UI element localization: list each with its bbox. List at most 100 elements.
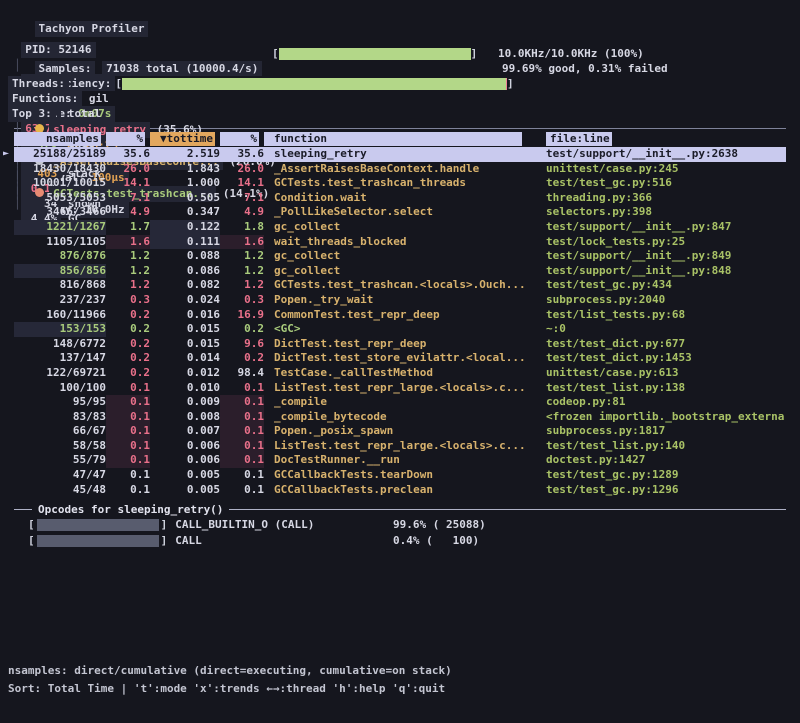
efficiency-line: Efficiency:[] 99.69% good, 0.31% failed xyxy=(8,61,800,76)
cell-pct-direct: 0.1 xyxy=(106,453,150,468)
cell-tottime: 0.005 xyxy=(150,468,220,483)
table-row[interactable]: 237/237 0.3 0.024 0.3 Popen._try_wait su… xyxy=(14,293,786,308)
header-pct-cumulative[interactable]: % xyxy=(220,132,259,146)
cell-nsamples: 237/237 xyxy=(14,293,106,308)
cell-tottime: 0.347 xyxy=(150,205,220,220)
table-row[interactable]: 3466/3466 4.9 0.347 4.9 _PollLikeSelecto… xyxy=(14,205,786,220)
cell-function: Popen._posix_spawn xyxy=(264,424,534,439)
cell-nsamples: 160/11966 xyxy=(14,308,106,323)
cell-nsamples: 3466/3466 xyxy=(14,205,106,220)
cell-function: DictTest.test_repr_deep xyxy=(264,337,534,352)
cell-pct-cumulative: 0.1 xyxy=(220,483,264,498)
cell-pct-direct: 0.1 xyxy=(106,381,150,396)
table-row[interactable]: 58/58 0.1 0.006 0.1 ListTest.test_repr_l… xyxy=(14,439,786,454)
cell-pct-direct: 1.6 xyxy=(106,235,150,250)
table-row[interactable]: 876/876 1.2 0.088 1.2 gc_collect test/su… xyxy=(14,249,786,264)
cell-pct-direct: 0.2 xyxy=(106,337,150,352)
table-row[interactable]: 856/856 1.2 0.086 1.2 gc_collect test/su… xyxy=(14,264,786,279)
cell-file-line: ~:0 xyxy=(534,322,786,337)
header-pct-direct[interactable]: % xyxy=(106,132,145,146)
table-row[interactable]: 10001/10015 14.1 1.000 14.1 GCTests.test… xyxy=(14,176,786,191)
opcodes-title: Opcodes for sleeping_retry() xyxy=(38,503,223,516)
table-row[interactable]: 95/95 0.1 0.009 0.1 _compile codeop.py:8… xyxy=(14,395,786,410)
opcode-name: CALL xyxy=(175,533,202,549)
cell-pct-direct: 35.6 xyxy=(106,147,150,162)
table-row[interactable]: 148/6772 0.2 0.015 9.6 DictTest.test_rep… xyxy=(14,337,786,352)
cell-function: <GC> xyxy=(264,322,534,337)
table-row[interactable]: 100/100 0.1 0.010 0.1 ListTest.test_repr… xyxy=(14,381,786,396)
cell-tottime: 0.006 xyxy=(150,439,220,454)
opcode-bar xyxy=(37,535,159,547)
table-row[interactable]: 25188/25189 35.6 2.519 35.6 sleeping_ret… xyxy=(14,147,786,162)
cell-nsamples: 1221/1267 xyxy=(14,220,106,235)
table-row[interactable]: 5053/5053 7.1 0.505 7.1 Condition.wait t… xyxy=(14,191,786,206)
cell-pct-direct: 1.7 xyxy=(106,220,150,235)
rule-left xyxy=(14,509,32,510)
top3-label: Top 3: xyxy=(8,106,56,122)
table-row[interactable]: 55/79 0.1 0.006 0.1 DocTestRunner.__run … xyxy=(14,453,786,468)
cell-pct-cumulative: 0.1 xyxy=(220,424,264,439)
cell-nsamples: 122/69721 xyxy=(14,366,106,381)
table-row[interactable]: 816/868 1.2 0.082 1.2 GCTests.test_trash… xyxy=(14,278,786,293)
cell-tottime: 0.014 xyxy=(150,351,220,366)
cell-pct-cumulative: 0.1 xyxy=(220,410,264,425)
cell-file-line: test/list_tests.py:68 xyxy=(534,308,786,323)
header-function[interactable]: function xyxy=(264,132,522,146)
tachyon-profiler-window: Tachyon Profiler PID: 52146 │ Thread: AL… xyxy=(0,0,800,723)
cell-pct-cumulative: 16.9 xyxy=(220,308,264,323)
table-row[interactable]: 160/11966 0.2 0.016 16.9 CommonTest.test… xyxy=(14,308,786,323)
table-row[interactable]: 153/153 0.2 0.015 0.2 <GC> ~:0 xyxy=(14,322,786,337)
cell-pct-direct: 0.2 xyxy=(106,366,150,381)
cell-file-line: test/test_gc.py:434 xyxy=(534,278,786,293)
cell-pct-direct: 0.1 xyxy=(106,483,150,498)
cell-pct-direct: 26.0 xyxy=(106,162,150,177)
cell-function: GCTests.test_trashcan.<locals>.Ouch... xyxy=(264,278,534,293)
cell-nsamples: 148/6772 xyxy=(14,337,106,352)
cell-nsamples: 95/95 xyxy=(14,395,106,410)
threads-line: Threads: 36.3% on gil │ 63.7% off gil │ … xyxy=(8,76,800,91)
table-row[interactable]: 1105/1105 1.6 0.111 1.6 wait_threads_blo… xyxy=(14,235,786,250)
opcode-pct: 99.6% ( 25088) xyxy=(393,517,479,533)
cell-nsamples: 58/58 xyxy=(14,439,106,454)
cell-function: _PollLikeSelector.select xyxy=(264,205,534,220)
table-row[interactable]: 47/47 0.1 0.005 0.1 GCCallbackTests.tear… xyxy=(14,468,786,483)
table-row[interactable]: 45/48 0.1 0.005 0.1 GCCallbackTests.prec… xyxy=(14,483,786,498)
cell-file-line: test/lock_tests.py:25 xyxy=(534,235,786,250)
samples-rate-bar: [] xyxy=(272,46,477,61)
cell-function: ListTest.test_repr_large.<locals>.c... xyxy=(264,439,534,454)
cell-pct-direct: 1.2 xyxy=(106,249,150,264)
cell-tottime: 0.086 xyxy=(150,264,220,279)
cell-file-line: threading.py:366 xyxy=(534,191,786,206)
opcode-bar xyxy=(37,519,159,531)
header-tottime-sorted[interactable]: ▼tottime xyxy=(150,132,215,146)
cell-pct-cumulative: 1.2 xyxy=(220,249,264,264)
cell-pct-cumulative: 14.1 xyxy=(220,176,264,191)
cell-tottime: 0.006 xyxy=(150,453,220,468)
cell-pct-cumulative: 7.1 xyxy=(220,191,264,206)
table-row[interactable]: 18430/18430 26.0 1.843 26.0 _AssertRaise… xyxy=(14,162,786,177)
header-nsamples[interactable]: nsamples xyxy=(14,132,101,146)
opcodes-body: [] CALL_BUILTIN_O (CALL) 99.6% ( 25088) … xyxy=(0,517,800,548)
cell-pct-direct: 0.2 xyxy=(106,322,150,337)
cell-pct-direct: 7.1 xyxy=(106,191,150,206)
cell-function: gc_collect xyxy=(264,220,534,235)
cell-tottime: 0.008 xyxy=(150,410,220,425)
cell-file-line: <frozen importlib._bootstrap_externa xyxy=(534,410,786,425)
cell-tottime: 0.009 xyxy=(150,395,220,410)
functions-line: Functions: 881 total │ 478 exec │ 403 st… xyxy=(8,91,800,106)
cell-file-line: test/support/__init__.py:847 xyxy=(534,220,786,235)
table-row[interactable]: 83/83 0.1 0.008 0.1 _compile_bytecode <f… xyxy=(14,410,786,425)
table-row[interactable]: 122/69721 0.2 0.012 98.4 TestCase._callT… xyxy=(14,366,786,381)
cell-pct-direct: 1.2 xyxy=(106,278,150,293)
cell-file-line: test/test_gc.py:1296 xyxy=(534,483,786,498)
cell-function: Condition.wait xyxy=(264,191,534,206)
table-row[interactable]: 137/147 0.2 0.014 0.2 DictTest.test_stor… xyxy=(14,351,786,366)
table-row[interactable]: 66/67 0.1 0.007 0.1 Popen._posix_spawn s… xyxy=(14,424,786,439)
cell-file-line: test/support/__init__.py:848 xyxy=(534,264,786,279)
table-row[interactable]: 1221/1267 1.7 0.122 1.8 gc_collect test/… xyxy=(14,220,786,235)
header-file-line[interactable]: file:line xyxy=(546,132,612,146)
cell-tottime: 0.024 xyxy=(150,293,220,308)
footer-keybinds: Sort: Total Time | 't':mode 'x':trends ←… xyxy=(8,681,445,696)
opcode-row: [] CALL_BUILTIN_O (CALL) 99.6% ( 25088) xyxy=(28,517,800,533)
cell-pct-direct: 0.2 xyxy=(106,308,150,323)
